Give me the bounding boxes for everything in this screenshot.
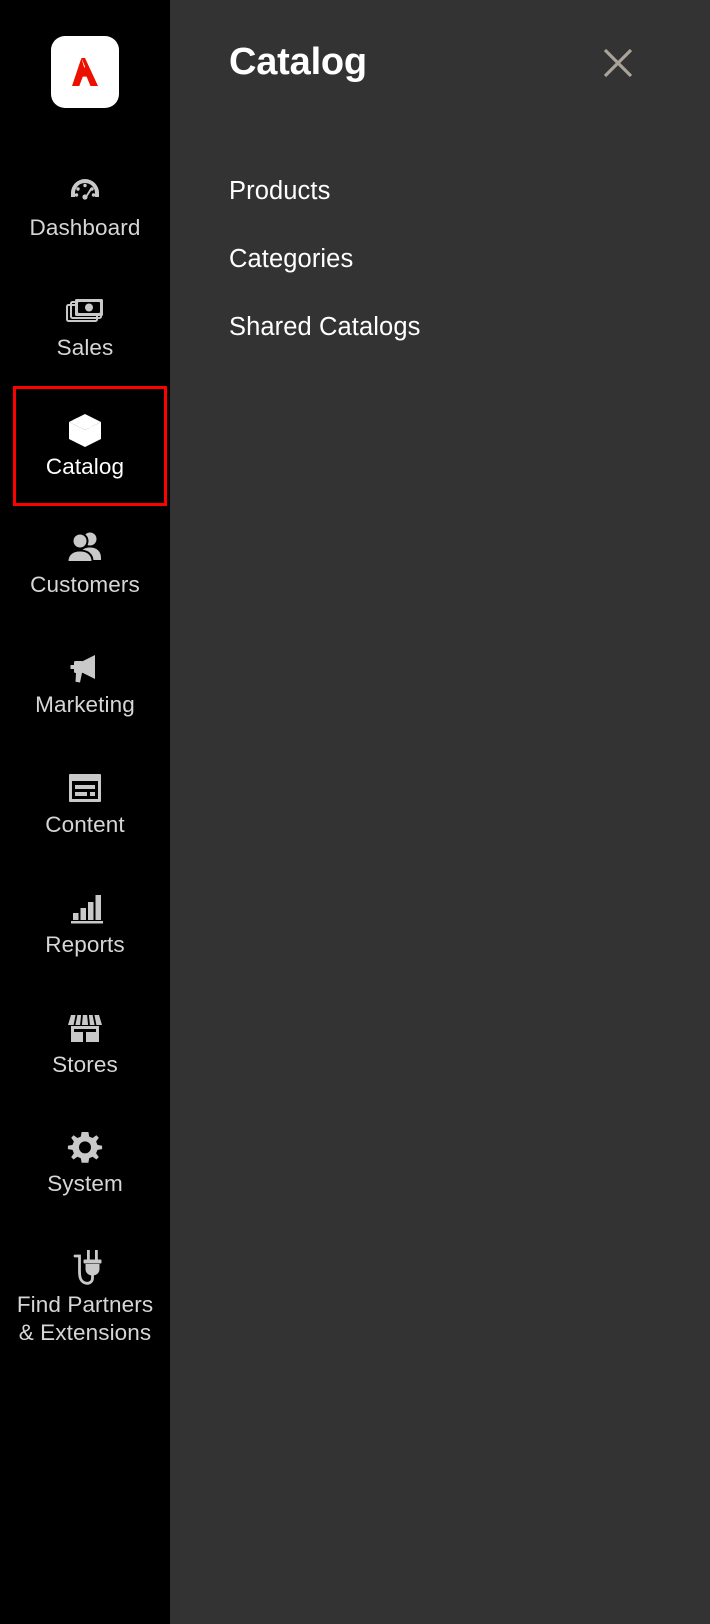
sidebar-item-label: Content — [45, 812, 125, 837]
menu-item-shared-catalogs[interactable]: Shared Catalogs — [229, 312, 420, 342]
extensions-plug-icon — [0, 1245, 170, 1291]
sidebar-item-find-partners-extensions[interactable]: Find Partners & Extensions — [0, 1245, 170, 1347]
sidebar-item-reports[interactable]: Reports — [0, 885, 170, 959]
sidebar-item-label: Stores — [52, 1052, 118, 1077]
sidebar-item-marketing[interactable]: Marketing — [0, 645, 170, 719]
content-layout-icon — [0, 765, 170, 811]
reports-bar-chart-icon — [0, 885, 170, 931]
sidebar-item-label: Customers — [30, 572, 140, 597]
sidebar-item-content[interactable]: Content — [0, 765, 170, 839]
sidebar-item-label: Find Partners & Extensions — [16, 1292, 154, 1345]
page-title: Catalog — [229, 41, 367, 83]
sidebar-item-catalog[interactable]: Catalog — [0, 407, 170, 481]
adobe-commerce-logo — [51, 36, 119, 108]
sidebar-item-label: Catalog — [45, 454, 125, 479]
stores-storefront-icon — [0, 1005, 170, 1051]
sidebar-item-stores[interactable]: Stores — [0, 1005, 170, 1079]
menu-item-products[interactable]: Products — [229, 176, 330, 206]
dashboard-gauge-icon — [0, 168, 170, 214]
primary-sidebar: Dashboard Sales Catalog Customers Market… — [0, 0, 170, 1624]
sales-money-icon — [0, 288, 170, 334]
catalog-box-icon — [0, 407, 170, 453]
system-gear-icon — [0, 1124, 170, 1170]
sidebar-item-label: System — [47, 1171, 123, 1196]
catalog-flyout-panel: Catalog Products Categories Shared Catal… — [170, 0, 710, 1624]
sidebar-item-customers[interactable]: Customers — [0, 525, 170, 599]
sidebar-item-dashboard[interactable]: Dashboard — [0, 168, 170, 242]
sidebar-item-label: Reports — [45, 932, 125, 957]
close-panel-button[interactable] — [595, 40, 641, 86]
logo-container[interactable] — [50, 36, 120, 108]
sidebar-item-label: Dashboard — [29, 215, 141, 240]
sidebar-item-sales[interactable]: Sales — [0, 288, 170, 362]
marketing-megaphone-icon — [0, 645, 170, 691]
close-x-icon — [603, 48, 633, 78]
sidebar-item-label: Marketing — [35, 692, 135, 717]
admin-menu-overlay: Dashboard Sales Catalog Customers Market… — [0, 0, 710, 1624]
menu-item-categories[interactable]: Categories — [229, 244, 353, 274]
customers-people-icon — [0, 525, 170, 571]
catalog-menu-list: Products Categories Shared Catalogs — [229, 176, 649, 380]
sidebar-item-system[interactable]: System — [0, 1124, 170, 1198]
sidebar-item-label: Sales — [56, 335, 114, 360]
